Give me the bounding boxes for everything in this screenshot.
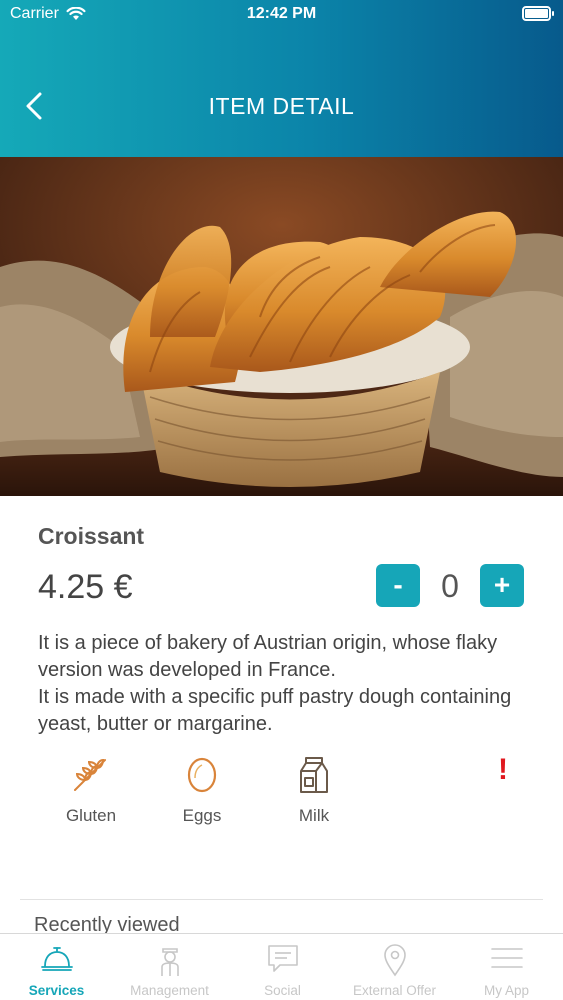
status-time: 12:42 PM — [246, 5, 317, 22]
tab-label: Services — [28, 983, 85, 998]
description-line: It is made with a specific puff pastry d… — [38, 686, 512, 735]
allergen-eggs: Eggs — [157, 754, 247, 826]
page-title: ITEM DETAIL — [208, 93, 355, 119]
allergen-label: Eggs — [182, 806, 222, 825]
quantity-value: 0 — [441, 568, 459, 604]
item-name: Croissant — [38, 523, 145, 549]
allergen-label: Gluten — [65, 806, 117, 825]
wheat-icon — [74, 758, 106, 791]
staff-icon — [160, 948, 179, 976]
tab-label: Social — [264, 983, 301, 998]
tab-label: External Offer — [352, 983, 437, 998]
app-header: Carrier 12:42 PM ITEM DETAIL — [0, 0, 563, 157]
tab-external-offer[interactable]: External Offer — [338, 934, 451, 1000]
allergen-alert-icon[interactable]: ! — [498, 753, 508, 787]
decrease-quantity-button[interactable]: - — [376, 564, 420, 607]
allergen-label: Milk — [298, 806, 330, 825]
item-price: 4.25 € — [38, 568, 133, 606]
tab-bar: Services Management Social External Offe… — [0, 933, 563, 1000]
location-pin-icon — [383, 944, 406, 977]
service-bell-icon — [40, 947, 73, 971]
section-divider — [20, 899, 543, 900]
status-bar: Carrier 12:42 PM — [0, 0, 563, 30]
increase-quantity-button[interactable]: + — [480, 564, 524, 607]
description-line: It is a piece of bakery of Austrian orig… — [38, 632, 498, 681]
tab-label: Management — [130, 983, 209, 998]
milk-carton-icon — [300, 757, 328, 793]
chat-icon — [267, 945, 298, 972]
tab-services[interactable]: Services — [0, 934, 113, 1000]
tab-my-app[interactable]: My App — [450, 934, 563, 1000]
tab-management[interactable]: Management — [113, 934, 226, 1000]
tab-label: My App — [483, 983, 530, 998]
menu-icon — [490, 948, 523, 968]
item-photo — [0, 157, 563, 496]
allergen-gluten: Gluten — [46, 754, 136, 826]
egg-icon — [187, 757, 217, 793]
tab-social[interactable]: Social — [226, 934, 339, 1000]
battery-icon — [522, 6, 554, 21]
allergen-milk: Milk — [269, 754, 359, 826]
item-description: It is a piece of bakery of Austrian orig… — [38, 630, 538, 738]
